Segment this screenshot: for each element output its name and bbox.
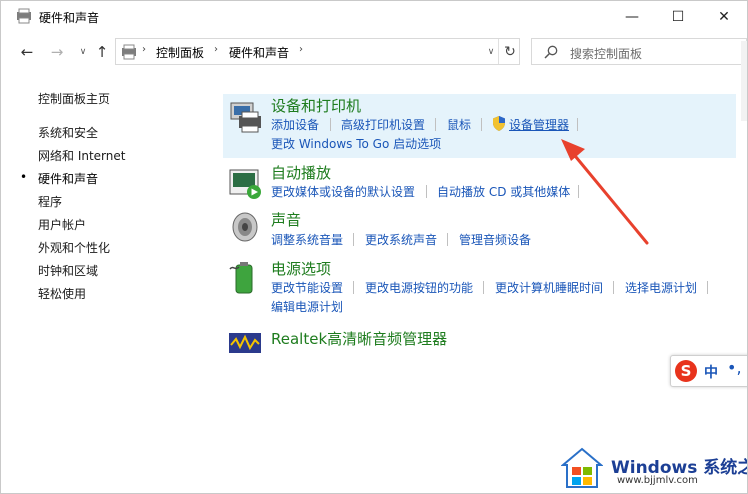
sogou-ime-icon[interactable]: S — [675, 360, 697, 382]
sidebar-item-appearance[interactable]: 外观和个性化 — [38, 239, 110, 256]
link-change-power-saving[interactable]: 更改节能设置 — [271, 279, 343, 296]
link-separator — [353, 281, 354, 294]
link-advanced-printer-settings[interactable]: 高级打印机设置 — [341, 116, 425, 133]
sidebar-item-ease-of-access[interactable]: 轻松使用 — [38, 285, 86, 302]
link-choose-power-plan[interactable]: 选择电源计划 — [625, 279, 697, 296]
link-mouse[interactable]: 鼠标 — [447, 116, 471, 133]
breadcrumb-control-panel[interactable]: 控制面板 — [156, 44, 204, 61]
minimize-button[interactable]: — — [609, 1, 655, 32]
control-panel-icon — [17, 8, 31, 24]
link-add-device[interactable]: 添加设备 — [271, 116, 319, 133]
link-separator — [435, 118, 436, 131]
link-power-button-function[interactable]: 更改电源按钮的功能 — [365, 279, 473, 296]
ime-toolbar[interactable]: S 中 •, — [670, 355, 747, 387]
title-bar: 硬件和声音 — ☐ ✕ — [1, 1, 747, 32]
breadcrumb-separator[interactable]: › — [299, 44, 303, 55]
close-button[interactable]: ✕ — [701, 1, 747, 32]
search-placeholder: 搜索控制面板 — [570, 47, 643, 61]
link-separator — [577, 118, 578, 131]
refresh-button[interactable]: ↻ — [498, 39, 521, 64]
sidebar-item-user-accounts[interactable]: 用户帐户 — [38, 216, 86, 233]
category-title[interactable]: 声音 — [271, 209, 301, 230]
ime-punctuation-toggle[interactable]: •, — [727, 358, 742, 377]
link-separator — [353, 233, 354, 246]
link-edit-power-plan[interactable]: 编辑电源计划 — [271, 298, 343, 315]
link-change-system-sounds[interactable]: 更改系统声音 — [365, 231, 437, 248]
watermark-url: www.bjjmlv.com — [617, 475, 698, 486]
search-icon — [544, 45, 558, 59]
ime-mode-toggle[interactable]: 中 — [704, 362, 718, 382]
printer-icon — [230, 102, 261, 133]
link-separator — [330, 118, 331, 131]
speaker-icon — [232, 212, 258, 242]
category-realtek: Realtek高清晰音频管理器 — [223, 327, 736, 357]
back-button[interactable]: ← — [18, 43, 36, 61]
sidebar-item-system-security[interactable]: 系统和安全 — [38, 124, 98, 141]
breadcrumb-separator[interactable]: › — [214, 44, 218, 55]
autoplay-icon — [229, 169, 261, 199]
sidebar-item-clock-region[interactable]: 时钟和区域 — [38, 262, 98, 279]
sidebar-item-hardware-sound[interactable]: 硬件和声音 — [38, 170, 98, 187]
address-dropdown[interactable]: ∨ — [484, 39, 498, 64]
category-title[interactable]: 电源选项 — [271, 258, 331, 279]
maximize-button[interactable]: ☐ — [655, 1, 701, 32]
uac-shield-icon — [493, 116, 505, 131]
scrollbar-edge — [741, 41, 747, 121]
navigation-bar: ← → ∨ ↑ › 控制面板 › 硬件和声音 › ∨ ↻ 搜索控制面板 — [1, 34, 747, 70]
address-bar[interactable]: › 控制面板 › 硬件和声音 › ∨ ↻ — [115, 38, 520, 65]
control-panel-icon — [122, 44, 136, 60]
up-button[interactable]: ↑ — [93, 43, 111, 61]
sidebar-item-programs[interactable]: 程序 — [38, 193, 62, 210]
category-title[interactable]: 设备和打印机 — [271, 95, 361, 116]
annotation-arrow — [561, 139, 649, 245]
link-manage-audio-devices[interactable]: 管理音频设备 — [459, 231, 531, 248]
link-change-media-defaults[interactable]: 更改媒体或设备的默认设置 — [271, 183, 415, 200]
sidebar-home-link[interactable]: 控制面板主页 — [38, 90, 110, 107]
category-title[interactable]: 自动播放 — [271, 162, 331, 183]
forward-button[interactable]: → — [48, 43, 66, 61]
link-separator — [483, 281, 484, 294]
link-windows-to-go[interactable]: 更改 Windows To Go 启动选项 — [271, 135, 441, 152]
watermark: Windows 系统之家 www.bjjmlv.com — [559, 443, 747, 493]
realtek-icon — [229, 333, 261, 353]
link-adjust-volume[interactable]: 调整系统音量 — [271, 231, 343, 248]
link-separator — [481, 118, 482, 131]
windows-house-logo-icon — [561, 447, 603, 488]
category-power-options: 电源选项 更改节能设置 更改电源按钮的功能 更改计算机睡眠时间 选择电源计划 编… — [223, 257, 736, 317]
breadcrumb-separator[interactable]: › — [142, 44, 146, 55]
search-input[interactable]: 搜索控制面板 — [531, 38, 747, 65]
recent-locations-dropdown[interactable]: ∨ — [74, 43, 92, 61]
link-separator — [447, 233, 448, 246]
battery-icon — [229, 262, 253, 294]
link-separator — [613, 281, 614, 294]
window-title: 硬件和声音 — [39, 11, 100, 25]
link-separator — [707, 281, 708, 294]
sidebar-item-network[interactable]: 网络和 Internet — [38, 147, 125, 164]
link-sleep-time[interactable]: 更改计算机睡眠时间 — [495, 279, 603, 296]
control-panel-window: 硬件和声音 — ☐ ✕ ← → ∨ ↑ › 控制面板 › 硬件和声音 › ∨ ↻… — [0, 0, 748, 494]
breadcrumb-hardware-sound[interactable]: 硬件和声音 — [229, 44, 289, 61]
active-bullet: • — [20, 170, 28, 184]
category-title[interactable]: Realtek高清晰音频管理器 — [271, 328, 447, 349]
link-separator — [426, 185, 427, 198]
